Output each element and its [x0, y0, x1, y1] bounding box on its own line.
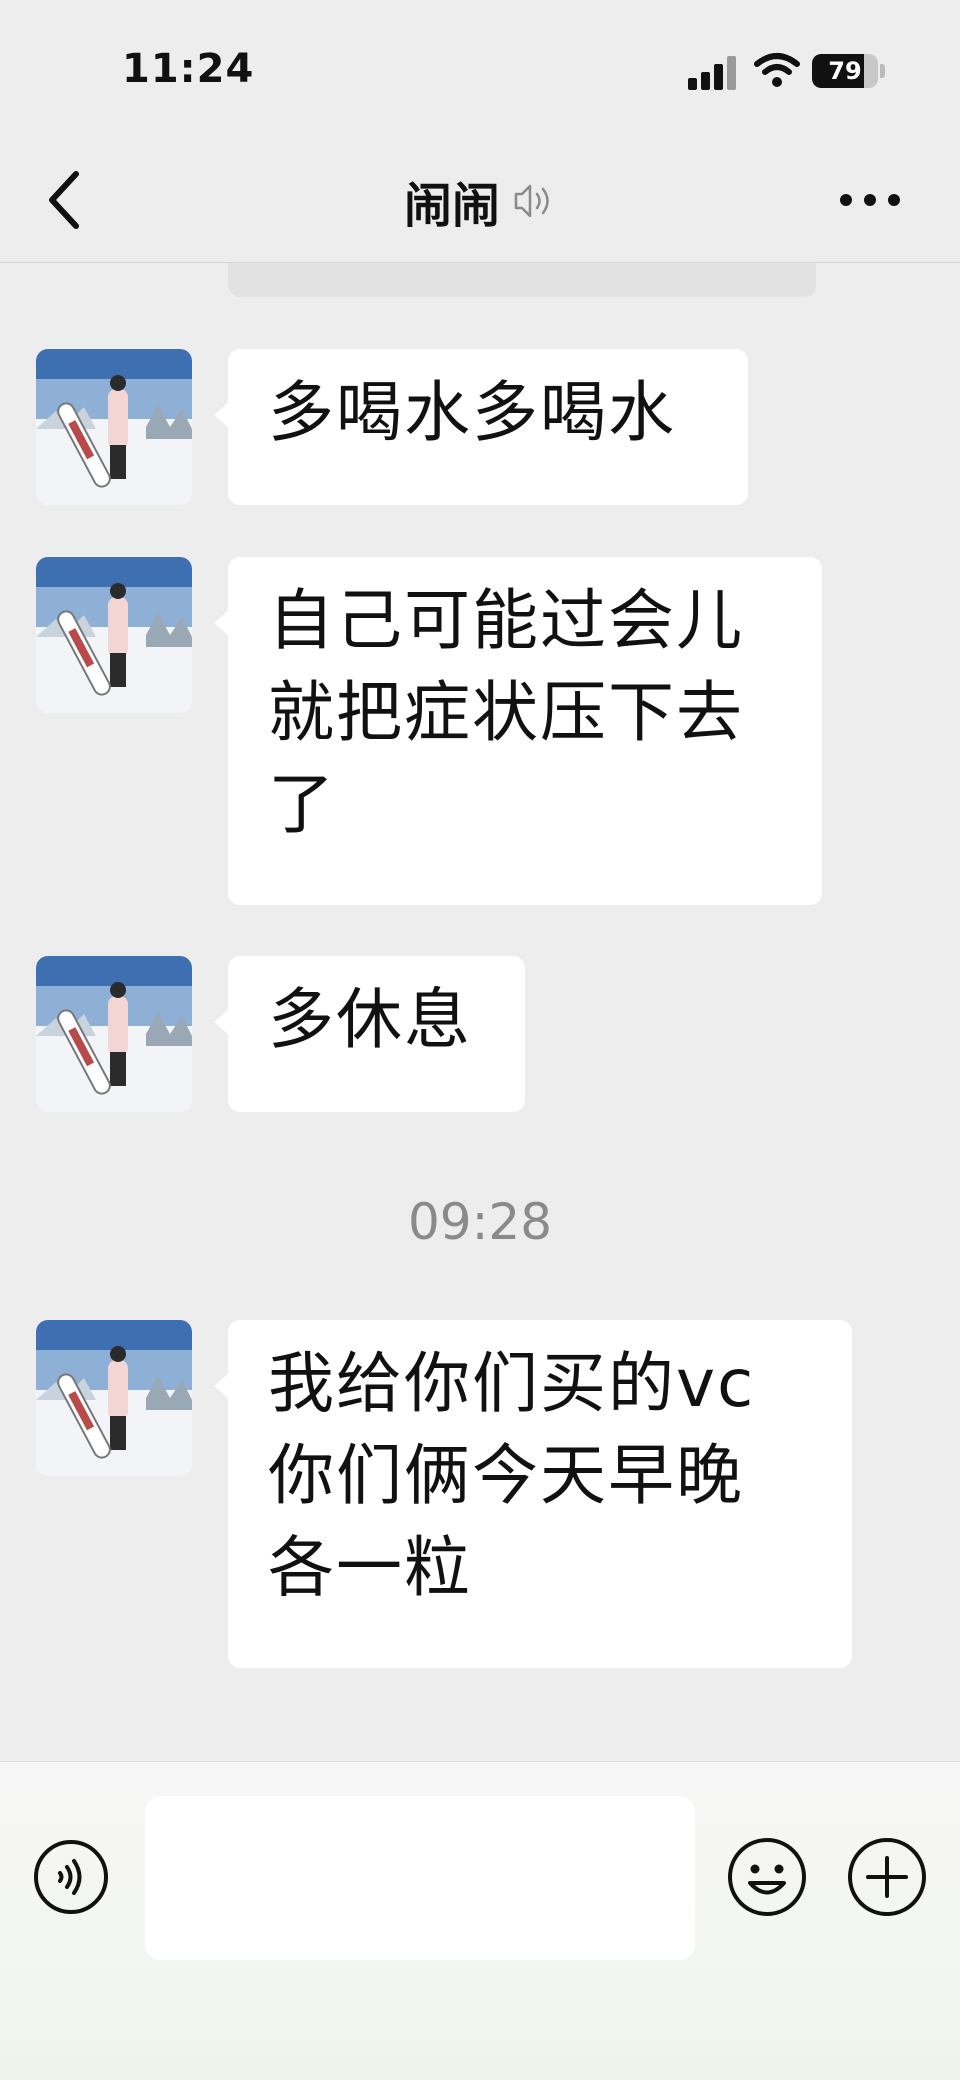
- cellular-signal-icon: [688, 54, 738, 90]
- message-timestamp: 09:28: [407, 1193, 553, 1251]
- emoji-icon[interactable]: [726, 1836, 808, 1918]
- chat-title: 闹闹: [403, 178, 500, 234]
- more-button[interactable]: [830, 170, 910, 230]
- title-wrap: 闹闹: [0, 140, 960, 262]
- status-bar: 11:24 79: [0, 0, 960, 140]
- battery-icon: 79: [812, 54, 878, 88]
- battery-tip: [880, 64, 885, 78]
- avatar-image: [36, 557, 192, 713]
- message-text-line: 各一粒: [268, 1529, 472, 1606]
- plus-icon[interactable]: [846, 1836, 928, 1918]
- avatar[interactable]: [36, 1320, 192, 1476]
- previous-message-bubble: [228, 263, 816, 297]
- voice-input-icon[interactable]: [32, 1838, 110, 1916]
- avatar[interactable]: [36, 557, 192, 713]
- battery-level: 79: [828, 57, 862, 85]
- message-bubble[interactable]: 多喝水多喝水: [214, 349, 748, 505]
- status-time: 11:24: [122, 46, 255, 92]
- message-bubble[interactable]: 自己可能过会儿 就把症状压下去 了: [214, 557, 822, 905]
- message-list[interactable]: 多喝水多喝水 自己可能过会儿 就把症状压下去 了 多休息 09:28 我给你们买…: [0, 263, 960, 1761]
- avatar[interactable]: [36, 349, 192, 505]
- message-text-line: 我给你们买的vc: [268, 1345, 756, 1422]
- avatar[interactable]: [36, 956, 192, 1112]
- avatar-image: [36, 349, 192, 505]
- message-bubble[interactable]: 我给你们买的vc 你们俩今天早晚 各一粒: [214, 1320, 852, 1668]
- wifi-icon: [754, 53, 800, 87]
- message-text: 多休息: [268, 981, 472, 1058]
- chat-header: 闹闹: [0, 140, 960, 263]
- avatar-image: [36, 956, 192, 1112]
- message-text-line: 你们俩今天早晚: [268, 1437, 744, 1514]
- message-bubble[interactable]: 多休息: [214, 956, 525, 1112]
- message-text-line: 就把症状压下去: [268, 674, 744, 751]
- speaker-icon: [514, 184, 549, 218]
- message-text-line: 了: [268, 766, 336, 843]
- message-text: 多喝水多喝水: [268, 374, 676, 451]
- input-bar: [0, 1761, 960, 2080]
- avatar-image: [36, 1320, 192, 1476]
- message-input[interactable]: [145, 1796, 695, 1960]
- message-text-line: 自己可能过会儿: [268, 582, 744, 659]
